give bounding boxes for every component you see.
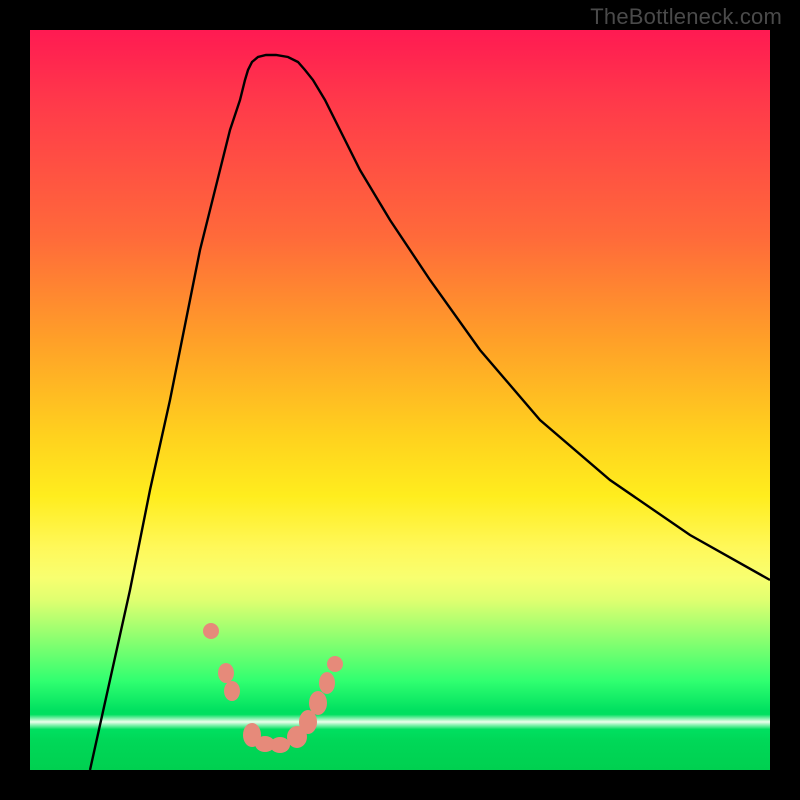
marker-11 — [327, 656, 343, 672]
marker-9 — [309, 691, 327, 715]
marker-6 — [270, 737, 290, 753]
outer-frame: TheBottleneck.com — [0, 0, 800, 800]
bottleneck-curve — [90, 55, 770, 770]
marker-1 — [203, 623, 219, 639]
marker-2 — [218, 663, 234, 683]
plot-area — [30, 30, 770, 770]
attribution-text: TheBottleneck.com — [590, 4, 782, 30]
curve-svg — [30, 30, 770, 770]
marker-layer — [203, 623, 343, 753]
marker-10 — [319, 672, 335, 694]
marker-3 — [224, 681, 240, 701]
